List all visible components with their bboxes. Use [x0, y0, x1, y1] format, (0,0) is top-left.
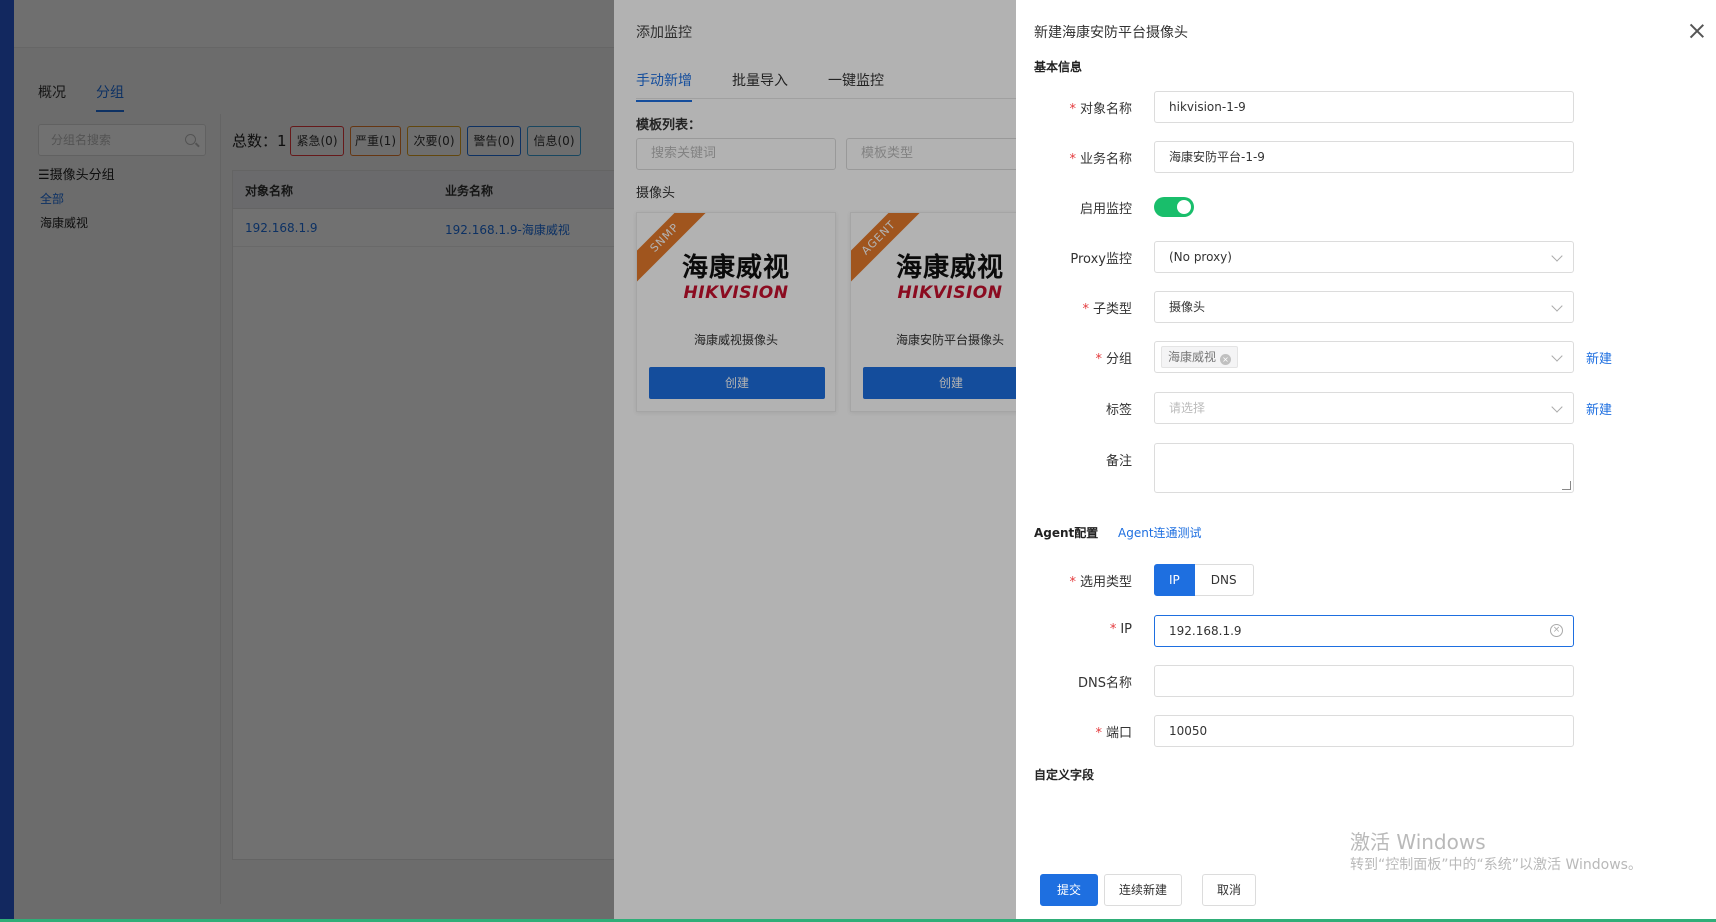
- activation-watermark-text: 转到“控制面板”中的“系统”以激活 Windows。: [1350, 857, 1642, 873]
- enable-monitor-toggle[interactable]: [1154, 197, 1194, 217]
- port-input[interactable]: 10050: [1154, 715, 1574, 747]
- business-name-input[interactable]: 海康安防平台-1-9: [1154, 141, 1574, 173]
- group-label: * 分组: [1095, 352, 1132, 367]
- dns-input[interactable]: [1154, 665, 1574, 697]
- addr-type-segmented: IP DNS: [1154, 564, 1254, 596]
- tag-select[interactable]: 请选择: [1154, 392, 1574, 424]
- new-camera-drawer: 新建海康安防平台摄像头 基本信息 * 对象名称 hikvision-1-9 * 业务…: [1016, 0, 1716, 922]
- addr-type-ip-button[interactable]: IP: [1154, 564, 1195, 596]
- group-tag: 海康威视 ×: [1161, 346, 1239, 368]
- clear-icon[interactable]: ×: [1550, 624, 1563, 637]
- cancel-button[interactable]: 取消: [1202, 874, 1257, 906]
- proxy-select[interactable]: (No proxy): [1154, 241, 1574, 273]
- object-name-input[interactable]: hikvision-1-9: [1154, 91, 1574, 123]
- subtype-label: * 子类型: [1082, 302, 1132, 317]
- modal-overlay[interactable]: [0, 0, 1016, 922]
- remark-textarea[interactable]: [1154, 443, 1574, 493]
- section-basic-info: 基本信息: [1034, 60, 1083, 74]
- agent-test-link[interactable]: Agent连通测试: [1118, 524, 1202, 541]
- ip-input[interactable]: 192.168.1.9 ×: [1154, 615, 1574, 647]
- business-name-label: * 业务名称: [1069, 152, 1132, 167]
- activation-watermark-title: 激活 Windows: [1350, 830, 1486, 854]
- group-select[interactable]: 海康威视 ×: [1154, 341, 1574, 373]
- dns-label: DNS名称: [1078, 676, 1132, 691]
- ip-label: * IP: [1109, 622, 1132, 637]
- proxy-label: Proxy监控: [1070, 252, 1132, 267]
- tag-label: 标签: [1105, 403, 1132, 418]
- subtype-select[interactable]: 摄像头: [1154, 291, 1574, 323]
- object-name-label: * 对象名称: [1069, 102, 1132, 117]
- submit-button[interactable]: 提交: [1040, 874, 1099, 906]
- close-icon[interactable]: [1688, 22, 1706, 40]
- drawer-title: 新建海康安防平台摄像头: [1034, 25, 1188, 41]
- section-agent-config: Agent配置: [1034, 526, 1099, 540]
- remark-label: 备注: [1105, 454, 1132, 469]
- chevron-down-icon: [1551, 300, 1563, 312]
- remove-tag-icon[interactable]: ×: [1220, 354, 1232, 365]
- addr-type-label: * 选用类型: [1069, 575, 1132, 590]
- new-tag-link[interactable]: 新建: [1586, 399, 1612, 418]
- section-custom-fields: 自定义字段: [1034, 768, 1095, 782]
- addr-type-dns-button[interactable]: DNS: [1194, 564, 1254, 596]
- new-group-link[interactable]: 新建: [1586, 348, 1612, 367]
- enable-monitor-label: 启用监控: [1079, 202, 1132, 217]
- chevron-down-icon: [1551, 350, 1563, 362]
- chevron-down-icon: [1551, 250, 1563, 262]
- port-label: * 端口: [1095, 726, 1132, 741]
- chevron-down-icon: [1551, 401, 1563, 413]
- continue-create-button[interactable]: 连续新建: [1104, 874, 1183, 906]
